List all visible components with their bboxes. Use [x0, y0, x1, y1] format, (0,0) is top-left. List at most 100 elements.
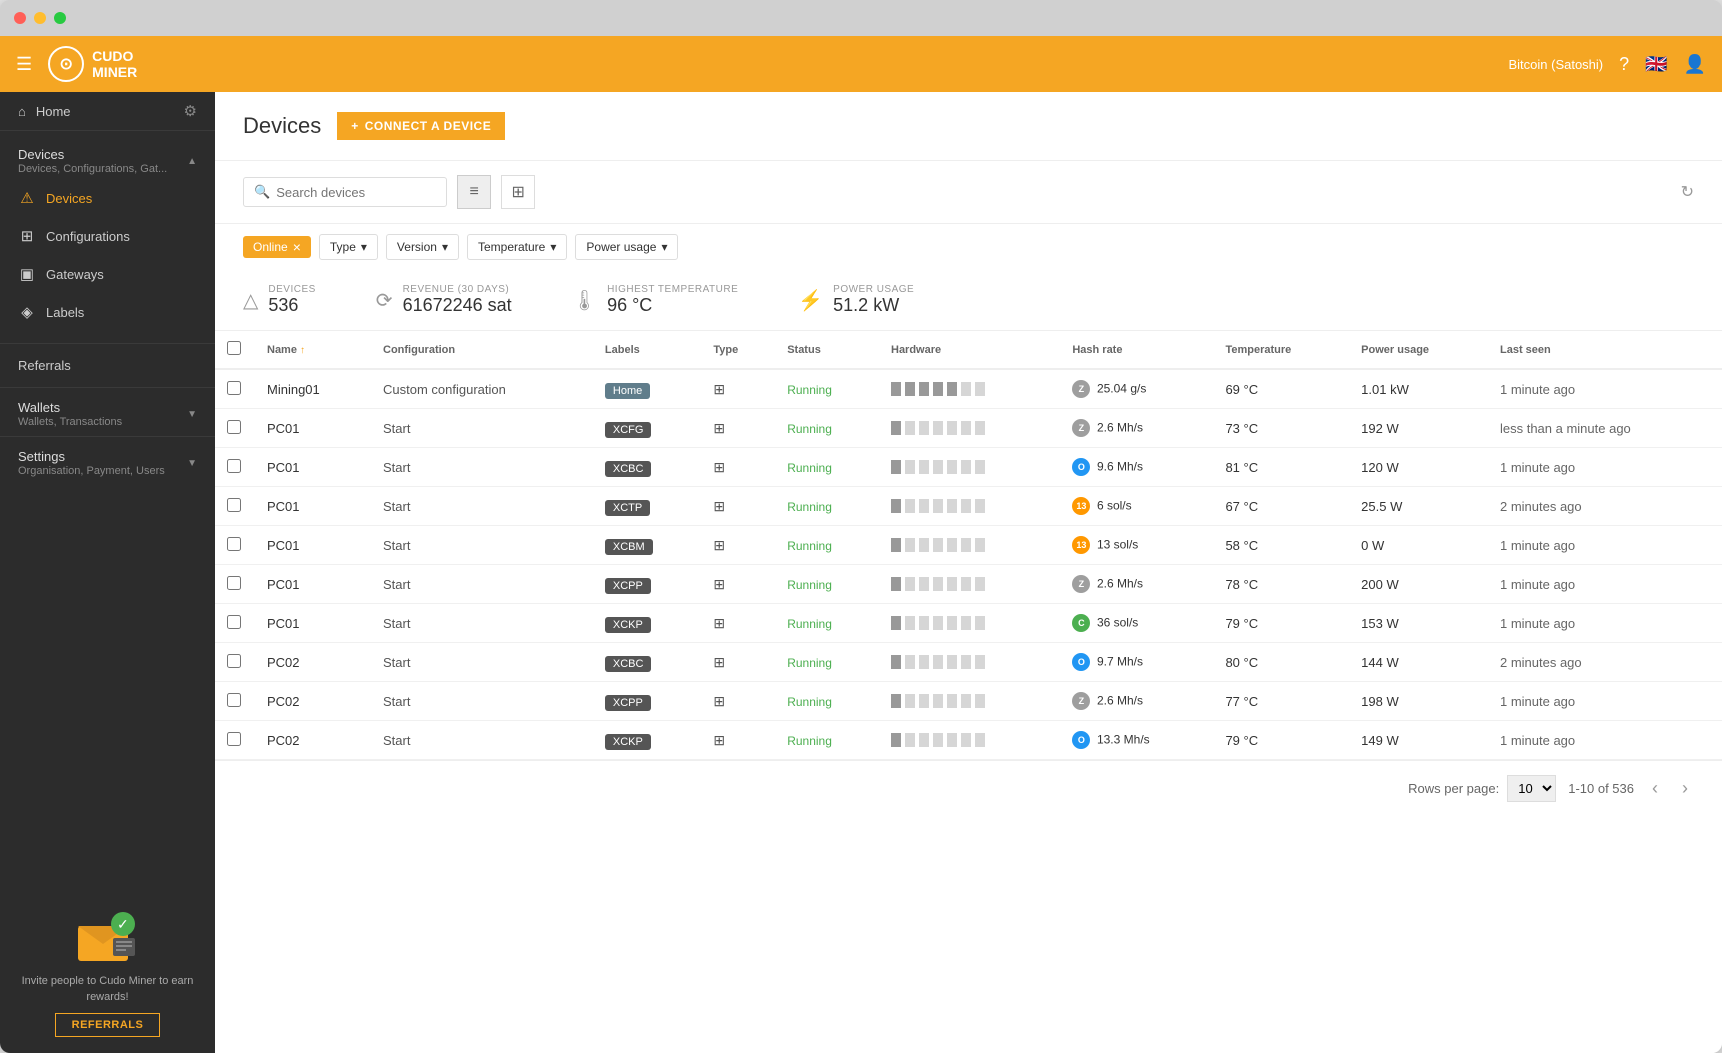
- row-status: Running: [775, 721, 879, 760]
- row-checkbox-cell: [215, 487, 255, 526]
- temperature-stat-value: 96 °C: [607, 295, 738, 316]
- table-row: PC01 Start XCTP ⊞ Running 13 6 sol/s 67 …: [215, 487, 1722, 526]
- type-filter-dropdown[interactable]: Type ▾: [319, 234, 378, 260]
- row-name: PC01: [255, 565, 371, 604]
- os-icon: ⊞: [713, 498, 725, 514]
- col-status[interactable]: Status: [775, 331, 879, 369]
- referrals-button[interactable]: REFERRALS: [55, 1013, 161, 1037]
- col-hardware[interactable]: Hardware: [879, 331, 1060, 369]
- stats-bar: △ DEVICES 536 ⟳ REVENUE (30 DAYS) 616722…: [215, 270, 1722, 331]
- row-checkbox[interactable]: [227, 654, 241, 668]
- wallets-collapse-icon[interactable]: ▼: [187, 409, 197, 420]
- online-filter-chip[interactable]: Online ×: [243, 236, 311, 258]
- rows-per-page-select[interactable]: 10 25 50: [1507, 775, 1556, 802]
- next-page-button[interactable]: ›: [1676, 776, 1694, 801]
- row-temperature: 79 °C: [1213, 721, 1349, 760]
- wallets-sub: Wallets, Transactions: [18, 416, 122, 428]
- os-icon: ⊞: [713, 654, 725, 670]
- minimize-dot[interactable]: [34, 12, 46, 24]
- sidebar-devices-section: Devices Devices, Configurations, Gat... …: [0, 131, 215, 339]
- col-configuration[interactable]: Configuration: [371, 331, 593, 369]
- list-view-button[interactable]: ≡: [457, 175, 491, 209]
- row-checkbox[interactable]: [227, 732, 241, 746]
- row-checkbox[interactable]: [227, 693, 241, 707]
- search-icon: 🔍: [254, 184, 270, 200]
- status-badge: Running: [787, 539, 832, 553]
- search-input[interactable]: [276, 185, 436, 200]
- col-labels[interactable]: Labels: [593, 331, 701, 369]
- language-flag[interactable]: 🇬🇧: [1645, 54, 1667, 75]
- help-icon[interactable]: ?: [1619, 54, 1629, 75]
- maximize-dot[interactable]: [54, 12, 66, 24]
- os-icon: ⊞: [713, 420, 725, 436]
- row-checkbox[interactable]: [227, 576, 241, 590]
- version-filter-dropdown[interactable]: Version ▾: [386, 234, 459, 260]
- row-status: Running: [775, 643, 879, 682]
- os-icon: ⊞: [713, 459, 725, 475]
- version-dropdown-arrow: ▾: [442, 240, 448, 254]
- row-lastseen: 1 minute ago: [1488, 604, 1722, 643]
- os-icon: ⊞: [713, 576, 725, 592]
- row-name: PC01: [255, 487, 371, 526]
- sidebar-item-home[interactable]: ⌂ Home: [18, 104, 71, 119]
- row-power: 120 W: [1349, 448, 1488, 487]
- row-hashrate: Z 25.04 g/s: [1060, 369, 1213, 409]
- power-filter-dropdown[interactable]: Power usage ▾: [575, 234, 678, 260]
- row-type: ⊞: [701, 409, 775, 448]
- wallets-heading: Wallets: [18, 400, 122, 415]
- col-lastseen[interactable]: Last seen: [1488, 331, 1722, 369]
- row-checkbox[interactable]: [227, 615, 241, 629]
- row-hashrate: 13 13 sol/s: [1060, 526, 1213, 565]
- os-icon: ⊞: [713, 732, 725, 748]
- col-hashrate[interactable]: Hash rate: [1060, 331, 1213, 369]
- close-dot[interactable]: [14, 12, 26, 24]
- online-chip-remove[interactable]: ×: [293, 240, 301, 254]
- label-badge: XCBC: [605, 656, 652, 672]
- col-type[interactable]: Type: [701, 331, 775, 369]
- row-checkbox[interactable]: [227, 537, 241, 551]
- col-name[interactable]: Name ↑: [255, 331, 371, 369]
- hamburger-menu[interactable]: ☰: [16, 54, 32, 75]
- label-badge: XCBC: [605, 461, 652, 477]
- sidebar-item-referrals[interactable]: Referrals: [0, 348, 215, 383]
- row-status: Running: [775, 526, 879, 565]
- row-checkbox[interactable]: [227, 498, 241, 512]
- sidebar-item-gateways[interactable]: ▣ Gateways: [0, 255, 215, 293]
- collapse-icon[interactable]: ▲: [187, 156, 197, 167]
- settings-gear-icon[interactable]: ⚙: [184, 102, 197, 120]
- grid-view-button[interactable]: ⊞: [501, 175, 535, 209]
- col-power[interactable]: Power usage: [1349, 331, 1488, 369]
- sidebar-item-configurations[interactable]: ⊞ Configurations: [0, 217, 215, 255]
- labels-icon: ◈: [18, 303, 36, 321]
- row-hashrate: Z 2.6 Mh/s: [1060, 682, 1213, 721]
- row-checkbox[interactable]: [227, 420, 241, 434]
- power-dropdown-arrow: ▾: [661, 240, 667, 254]
- row-checkbox[interactable]: [227, 381, 241, 395]
- table-row: Mining01 Custom configuration Home ⊞ Run…: [215, 369, 1722, 409]
- row-type: ⊞: [701, 369, 775, 409]
- select-all-checkbox[interactable]: [227, 341, 241, 355]
- sidebar: ⌂ Home ⚙ Devices Devices, Configurations…: [0, 92, 215, 1053]
- row-checkbox[interactable]: [227, 459, 241, 473]
- row-lastseen: 1 minute ago: [1488, 682, 1722, 721]
- status-badge: Running: [787, 578, 832, 592]
- row-hashrate: C 36 sol/s: [1060, 604, 1213, 643]
- label-badge: XCPP: [605, 578, 651, 594]
- prev-page-button[interactable]: ‹: [1646, 776, 1664, 801]
- row-config: Start: [371, 487, 593, 526]
- sidebar-item-labels[interactable]: ◈ Labels: [0, 293, 215, 331]
- revenue-stat-icon: ⟳: [376, 288, 393, 313]
- row-name: PC01: [255, 448, 371, 487]
- connect-device-button[interactable]: + CONNECT A DEVICE: [337, 112, 505, 140]
- col-temperature[interactable]: Temperature: [1213, 331, 1349, 369]
- hardware-bar: [891, 655, 1048, 669]
- currency-label[interactable]: Bitcoin (Satoshi): [1508, 57, 1603, 72]
- hash-rate-value: 6 sol/s: [1097, 498, 1132, 512]
- refresh-button[interactable]: ↻: [1681, 182, 1694, 202]
- user-icon[interactable]: 👤: [1684, 54, 1706, 75]
- sidebar-item-devices[interactable]: ⚠ Devices: [0, 179, 215, 217]
- row-temperature: 73 °C: [1213, 409, 1349, 448]
- settings-collapse-icon[interactable]: ▼: [187, 458, 197, 469]
- sidebar-group-devices: Devices Devices, Configurations, Gat... …: [0, 139, 215, 179]
- temperature-filter-dropdown[interactable]: Temperature ▾: [467, 234, 567, 260]
